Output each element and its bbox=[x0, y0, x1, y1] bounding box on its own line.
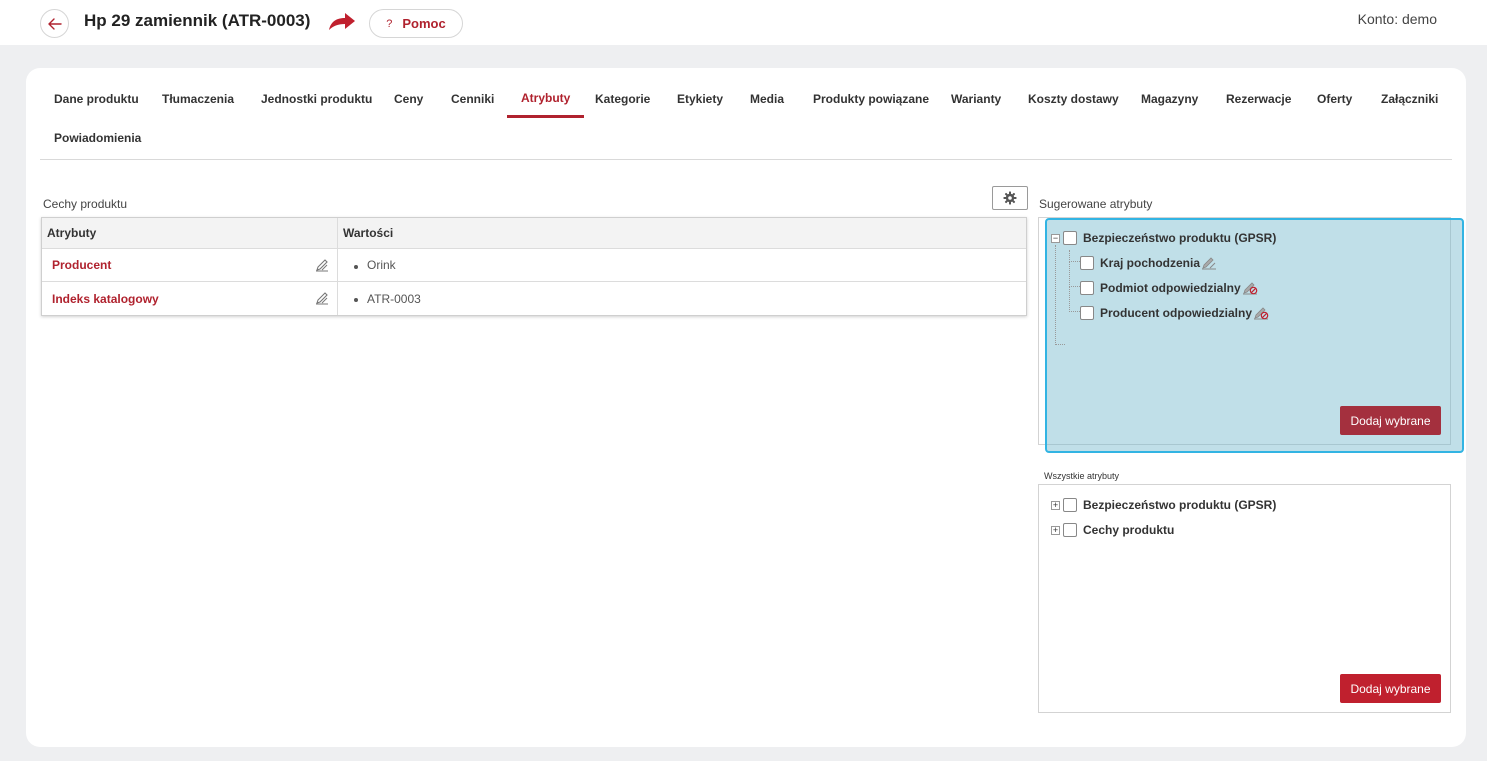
tab-cenniki[interactable]: Cenniki bbox=[437, 80, 508, 118]
tab-zalaczniki[interactable]: Załączniki bbox=[1367, 80, 1452, 118]
edit-icon[interactable] bbox=[315, 291, 329, 305]
settings-button[interactable] bbox=[992, 186, 1028, 210]
tree-node-label: Kraj pochodzenia bbox=[1100, 256, 1201, 270]
attribute-disabled-icon bbox=[1242, 282, 1257, 295]
tree-connector bbox=[1069, 250, 1080, 262]
tab-produkty-powiazane[interactable]: Produkty powiązane bbox=[799, 80, 943, 118]
tab-bar: Dane produktu Tłumaczenia Jednostki prod… bbox=[40, 80, 1452, 160]
bullet bbox=[354, 298, 358, 302]
tree-connector bbox=[1055, 245, 1065, 345]
table-header: Atrybuty Wartości bbox=[42, 218, 1026, 249]
tree-node-kraj-pochodzenia: Kraj pochodzenia bbox=[1080, 256, 1217, 270]
tree-connector bbox=[1069, 287, 1080, 312]
tab-oferty[interactable]: Oferty bbox=[1303, 80, 1366, 118]
account-info: Konto: demo bbox=[1357, 11, 1437, 27]
help-button[interactable]: ? Pomoc bbox=[369, 9, 463, 38]
share-arrow-icon[interactable] bbox=[327, 11, 357, 33]
tab-media[interactable]: Media bbox=[736, 80, 798, 118]
tab-magazyny[interactable]: Magazyny bbox=[1127, 80, 1212, 118]
expand-toggle[interactable]: + bbox=[1051, 525, 1060, 535]
expand-toggle[interactable]: + bbox=[1051, 500, 1060, 510]
back-arrow-icon bbox=[47, 17, 62, 30]
checkbox[interactable] bbox=[1080, 306, 1094, 320]
main-card: Dane produktu Tłumaczenia Jednostki prod… bbox=[26, 68, 1466, 747]
attribute-value: Orink bbox=[367, 258, 396, 272]
checkbox[interactable] bbox=[1080, 281, 1094, 295]
tree-connector bbox=[1069, 262, 1080, 287]
tab-warianty[interactable]: Warianty bbox=[937, 80, 1015, 118]
header-wartosci: Wartości bbox=[343, 226, 394, 240]
attribute-cell: Indeks katalogowy bbox=[42, 282, 338, 315]
checkbox[interactable] bbox=[1080, 256, 1094, 270]
help-label: Pomoc bbox=[402, 16, 446, 31]
tree-node-producent-odpowiedzialny: Producent odpowiedzialny bbox=[1080, 306, 1269, 320]
tab-jednostki-produktu[interactable]: Jednostki produktu bbox=[247, 80, 386, 118]
collapse-toggle[interactable]: − bbox=[1051, 233, 1060, 243]
gear-icon bbox=[1003, 191, 1017, 205]
bullet bbox=[354, 264, 358, 269]
edit-icon[interactable] bbox=[315, 258, 329, 272]
attribute-name-link[interactable]: Indeks katalogowy bbox=[52, 292, 159, 306]
tab-tlumaczenia[interactable]: Tłumaczenia bbox=[148, 80, 248, 118]
attribute-cell: Producent bbox=[42, 249, 338, 281]
checkbox[interactable] bbox=[1063, 231, 1077, 245]
value-cell: ATR-0003 bbox=[338, 282, 1026, 315]
attribute-value: ATR-0003 bbox=[367, 291, 421, 306]
add-selected-all-button[interactable]: Dodaj wybrane bbox=[1340, 674, 1441, 703]
tab-koszty-dostawy[interactable]: Koszty dostawy bbox=[1014, 80, 1133, 118]
tree-node-label: Producent odpowiedzialny bbox=[1100, 306, 1253, 320]
tree-node-cechy-produktu: + Cechy produktu bbox=[1051, 523, 1174, 537]
tree-node-podmiot-odpowiedzialny: Podmiot odpowiedzialny bbox=[1080, 281, 1258, 295]
section-title-sugerowane: Sugerowane atrybuty bbox=[1039, 197, 1153, 211]
attribute-disabled-icon bbox=[1254, 307, 1269, 320]
tree-node-root: − Bezpieczeństwo produktu (GPSR) bbox=[1051, 231, 1276, 245]
attribute-icon bbox=[1202, 257, 1217, 270]
section-title-cechy: Cechy produktu bbox=[43, 197, 128, 211]
attributes-table: Atrybuty Wartości Producent Orink Indeks… bbox=[41, 217, 1027, 316]
back-button[interactable] bbox=[40, 9, 69, 38]
tab-powiadomienia[interactable]: Powiadomienia bbox=[40, 119, 155, 157]
table-row: Indeks katalogowy ATR-0003 bbox=[42, 282, 1026, 315]
page-title: Hp 29 zamiennik (ATR-0003) bbox=[84, 11, 311, 30]
checkbox[interactable] bbox=[1063, 498, 1077, 512]
checkbox[interactable] bbox=[1063, 523, 1077, 537]
tab-etykiety[interactable]: Etykiety bbox=[663, 80, 737, 118]
add-selected-suggested-button[interactable]: Dodaj wybrane bbox=[1340, 406, 1441, 435]
tree-node-label: Cechy produktu bbox=[1083, 523, 1175, 537]
tab-ceny[interactable]: Ceny bbox=[380, 80, 437, 118]
attribute-name-link[interactable]: Producent bbox=[52, 258, 111, 272]
top-bar: Hp 29 zamiennik (ATR-0003) ? Pomoc Konto… bbox=[0, 0, 1487, 45]
tree-node-label: Bezpieczeństwo produktu (GPSR) bbox=[1083, 498, 1277, 512]
section-title-wszystkie: Wszystkie atrybuty bbox=[1044, 471, 1120, 481]
tree-node-label: Podmiot odpowiedzialny bbox=[1100, 281, 1241, 295]
tree-node-gpsr: + Bezpieczeństwo produktu (GPSR) bbox=[1051, 498, 1276, 512]
value-cell: Orink bbox=[338, 249, 1026, 281]
tab-atrybuty[interactable]: Atrybuty bbox=[507, 80, 585, 118]
help-question-icon: ? bbox=[386, 17, 393, 30]
header-atrybuty: Atrybuty bbox=[42, 218, 338, 248]
tab-rezerwacje[interactable]: Rezerwacje bbox=[1212, 80, 1305, 118]
tab-dane-produktu[interactable]: Dane produktu bbox=[40, 80, 153, 118]
tab-kategorie[interactable]: Kategorie bbox=[581, 80, 664, 118]
tree-node-label: Bezpieczeństwo produktu (GPSR) bbox=[1083, 231, 1277, 245]
table-row: Producent Orink bbox=[42, 249, 1026, 282]
